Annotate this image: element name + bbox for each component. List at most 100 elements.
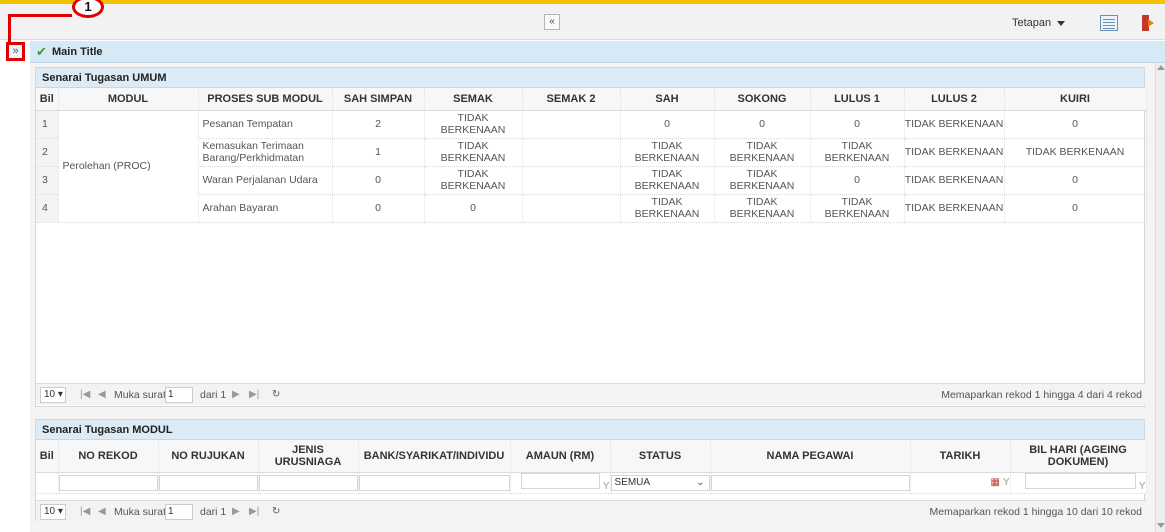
lulus2-cell: TIDAK BERKENAAN xyxy=(904,110,1005,139)
column-header[interactable]: BANK/SYARIKAT/INDIVIDU xyxy=(358,440,511,473)
column-header[interactable]: STATUS xyxy=(610,440,711,473)
app-header: « Tetapan xyxy=(0,4,1165,40)
refresh-icon[interactable]: ↻ xyxy=(272,389,280,400)
column-header[interactable]: SAH xyxy=(620,88,715,111)
filter-cell: SEMUA ⌄ xyxy=(610,472,711,494)
chevron-up-double-icon: « xyxy=(549,16,555,27)
sokong-cell[interactable]: 0 xyxy=(714,110,811,139)
filter-cell xyxy=(358,472,511,494)
column-header[interactable]: Bil xyxy=(36,440,59,473)
column-header[interactable]: TARIKH xyxy=(910,440,1011,473)
status-filter-value: SEMUA xyxy=(614,476,651,488)
sah-cell: TIDAK BERKENAAN xyxy=(620,166,715,195)
no-rujukan-filter-input[interactable] xyxy=(158,474,258,491)
column-header[interactable]: SEMAK xyxy=(424,88,523,111)
general-tasks-panel: Senarai Tugasan UMUM Bil MODUL PROSES SU… xyxy=(35,67,1147,407)
table-header-row: Bil MODUL PROSES SUB MODUL SAH SIMPAN SE… xyxy=(36,88,1147,111)
logout-icon[interactable] xyxy=(1142,14,1156,32)
column-header[interactable]: SAH SIMPAN xyxy=(332,88,425,111)
status-filter-select[interactable]: SEMUA ⌄ xyxy=(610,474,710,491)
column-header[interactable]: Bil xyxy=(36,88,59,111)
bank-filter-input[interactable] xyxy=(358,474,510,491)
bil-hari-filter-input[interactable] xyxy=(1025,472,1136,489)
filter-cell xyxy=(258,472,359,494)
semak-cell[interactable]: 0 xyxy=(424,194,523,223)
prev-page-icon[interactable]: ◀ xyxy=(98,506,106,517)
row-number: 2 xyxy=(36,138,59,167)
callout-line-vertical xyxy=(8,14,11,42)
filter-icon[interactable]: Y xyxy=(603,481,610,492)
page-total-label: dari 1 xyxy=(200,506,227,518)
first-page-icon[interactable]: |◀ xyxy=(80,389,90,400)
scroll-up-icon[interactable] xyxy=(1157,65,1165,70)
sah-cell[interactable]: 0 xyxy=(620,110,715,139)
first-page-icon[interactable]: |◀ xyxy=(80,506,90,517)
column-header[interactable]: PROSES SUB MODUL xyxy=(198,88,333,111)
column-header[interactable]: BIL HARI (AGEING DOKUMEN) xyxy=(1010,440,1147,473)
general-tasks-table: Bil MODUL PROSES SUB MODUL SAH SIMPAN SE… xyxy=(36,88,1147,223)
page-number-input[interactable]: 1 xyxy=(165,387,193,403)
page-number-input[interactable]: 1 xyxy=(165,504,193,520)
sah-cell: TIDAK BERKENAAN xyxy=(620,194,715,223)
calendar-icon[interactable]: ▦ xyxy=(990,477,999,488)
next-page-icon[interactable]: ▶ xyxy=(232,506,240,517)
filter-cell: ▦ Y xyxy=(910,472,1011,494)
sokong-cell: TIDAK BERKENAAN xyxy=(714,194,811,223)
lulus2-cell: TIDAK BERKENAAN xyxy=(904,138,1005,167)
row-number: 3 xyxy=(36,166,59,195)
sah-simpan-cell[interactable]: 1 xyxy=(332,138,425,167)
lulus1-cell[interactable]: 0 xyxy=(810,166,905,195)
page-size-select[interactable]: 10 ▾ xyxy=(40,504,66,520)
expand-sidebar-button[interactable]: » xyxy=(6,42,25,61)
column-header[interactable]: NO REKOD xyxy=(58,440,159,473)
filter-icon[interactable]: Y xyxy=(1139,481,1146,492)
column-header[interactable]: KUIRI xyxy=(1004,88,1147,111)
column-header[interactable]: LULUS 2 xyxy=(904,88,1005,111)
panel-title: Senarai Tugasan UMUM xyxy=(36,68,1144,88)
kuiri-cell[interactable]: 0 xyxy=(1004,110,1147,139)
collapse-header-button[interactable]: « xyxy=(544,14,560,30)
no-rekod-filter-input[interactable] xyxy=(58,474,158,491)
semak-cell: TIDAK BERKENAAN xyxy=(424,138,523,167)
column-header[interactable]: MODUL xyxy=(58,88,199,111)
prev-page-icon[interactable]: ◀ xyxy=(98,389,106,400)
callout-line xyxy=(8,14,72,17)
column-header[interactable]: AMAUN (RM) xyxy=(510,440,611,473)
filter-icon[interactable]: Y xyxy=(1003,477,1010,488)
row-number: 4 xyxy=(36,194,59,223)
last-page-icon[interactable]: ▶| xyxy=(249,506,259,517)
panel-title: Senarai Tugasan MODUL xyxy=(36,420,1144,440)
column-header[interactable]: NAMA PEGAWAI xyxy=(710,440,911,473)
kuiri-cell[interactable]: 0 xyxy=(1004,166,1147,195)
settings-dropdown[interactable]: Tetapan xyxy=(1012,17,1066,29)
last-page-icon[interactable]: ▶| xyxy=(249,389,259,400)
lulus1-cell[interactable]: 0 xyxy=(810,110,905,139)
column-header[interactable]: SOKONG xyxy=(714,88,811,111)
page-size-select[interactable]: 10 ▾ xyxy=(40,387,66,403)
grid-view-icon[interactable] xyxy=(1100,15,1118,31)
column-header[interactable]: SEMAK 2 xyxy=(522,88,621,111)
column-header[interactable]: JENIS URUSNIAGA xyxy=(258,440,359,473)
lulus2-cell: TIDAK BERKENAAN xyxy=(904,166,1005,195)
column-header[interactable]: LULUS 1 xyxy=(810,88,905,111)
lulus1-cell: TIDAK BERKENAAN xyxy=(810,194,905,223)
amaun-filter-input[interactable] xyxy=(520,472,600,489)
check-icon: ✔ xyxy=(36,44,47,59)
filter-cell: Y xyxy=(510,472,611,494)
record-count-info: Memaparkan rekod 1 hingga 10 dari 10 rek… xyxy=(929,506,1142,518)
jenis-urusniaga-filter-input[interactable] xyxy=(258,474,358,491)
sah-simpan-cell[interactable]: 2 xyxy=(332,110,425,139)
sah-simpan-cell[interactable]: 0 xyxy=(332,166,425,195)
kuiri-cell[interactable]: 0 xyxy=(1004,194,1147,223)
nama-pegawai-filter-input[interactable] xyxy=(710,474,910,491)
title-bar: ✔ Main Title xyxy=(30,41,1165,63)
semak2-cell xyxy=(522,194,621,223)
page-label: Muka surat xyxy=(114,506,166,518)
scroll-down-icon[interactable] xyxy=(1157,523,1165,528)
next-page-icon[interactable]: ▶ xyxy=(232,389,240,400)
sah-simpan-cell[interactable]: 0 xyxy=(332,194,425,223)
semak-cell: TIDAK BERKENAAN xyxy=(424,110,523,139)
vertical-scrollbar[interactable] xyxy=(1155,63,1165,532)
column-header[interactable]: NO RUJUKAN xyxy=(158,440,259,473)
refresh-icon[interactable]: ↻ xyxy=(272,506,280,517)
